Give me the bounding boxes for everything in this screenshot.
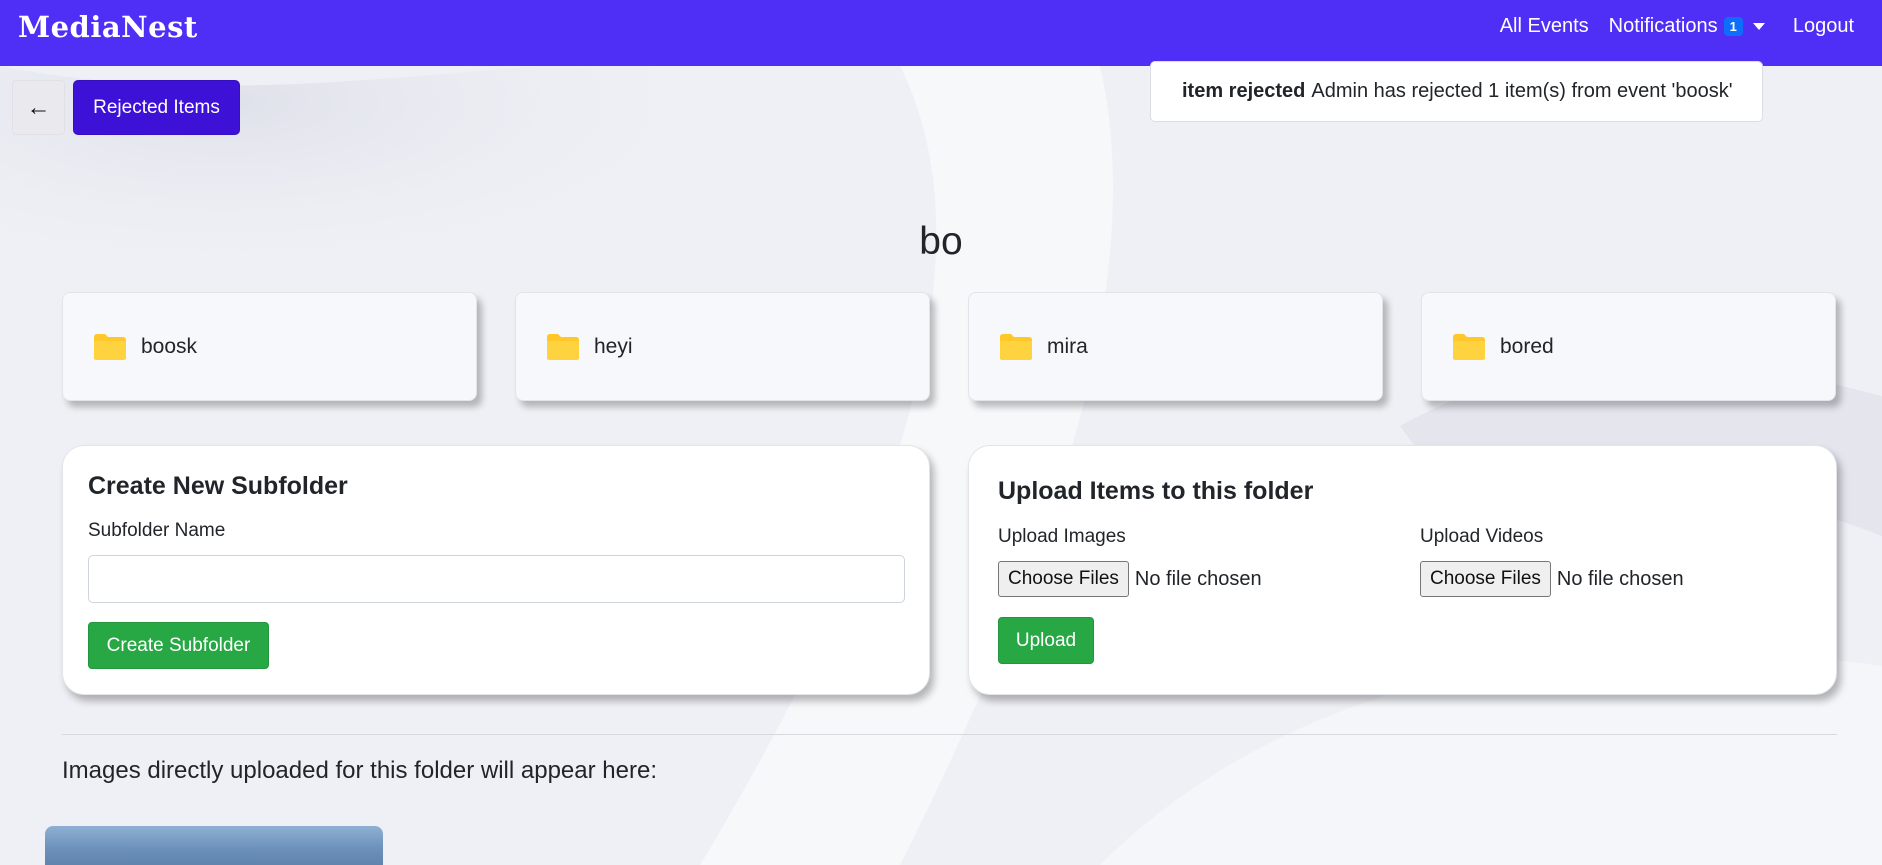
create-subfolder-title: Create New Subfolder <box>88 472 348 500</box>
folder-icon <box>546 333 580 361</box>
images-no-file-text: No file chosen <box>1134 567 1262 590</box>
nav-notifications-dropdown[interactable]: Notifications 1 <box>1609 15 1793 38</box>
upload-title: Upload Items to this folder <box>998 477 1314 505</box>
subfolder-card-heyi[interactable]: heyi <box>515 292 930 401</box>
subfolder-card-bored[interactable]: bored <box>1421 292 1836 401</box>
toast-title: item rejected <box>1182 80 1306 102</box>
upload-videos-file-input[interactable]: Choose Files No file chosen <box>1420 561 1684 597</box>
subfolder-name-input[interactable] <box>88 555 905 603</box>
brand-logo[interactable]: MediaNest <box>18 10 198 44</box>
toast-message: Admin has rejected 1 item(s) from event … <box>1311 80 1733 102</box>
subfolder-name: mira <box>1047 334 1088 358</box>
section-divider <box>62 734 1837 735</box>
notifications-count-badge: 1 <box>1723 16 1743 36</box>
subfolder-name: boosk <box>141 334 198 358</box>
subfolder-name: heyi <box>594 334 633 358</box>
folder-icon <box>93 333 127 361</box>
top-navbar: MediaNest All Events Notifications 1 Log… <box>0 0 1882 66</box>
chevron-down-icon <box>1752 22 1765 30</box>
uploaded-image-thumbnail[interactable] <box>45 826 383 865</box>
nav-links: All Events Notifications 1 Logout <box>1480 0 1854 52</box>
folder-icon <box>999 333 1033 361</box>
upload-images-label: Upload Images <box>998 526 1126 547</box>
subfolder-card-mira[interactable]: mira <box>968 292 1383 401</box>
rejected-items-button[interactable]: Rejected Items <box>73 80 240 135</box>
choose-images-button[interactable]: Choose Files <box>998 561 1129 597</box>
page-title: bo <box>919 220 963 263</box>
upload-button[interactable]: Upload <box>998 617 1094 664</box>
folder-icon <box>1452 333 1486 361</box>
upload-items-card: Upload Items to this folder Upload Image… <box>968 445 1837 695</box>
upload-images-file-input[interactable]: Choose Files No file chosen <box>998 561 1262 597</box>
subfolder-card-boosk[interactable]: boosk <box>62 292 477 401</box>
images-section-note: Images directly uploaded for this folder… <box>62 757 657 784</box>
create-subfolder-button[interactable]: Create Subfolder <box>88 622 269 669</box>
notification-toast: item rejected Admin has rejected 1 item(… <box>1150 61 1763 122</box>
upload-videos-label: Upload Videos <box>1420 526 1544 547</box>
nav-all-events-link[interactable]: All Events <box>1500 15 1589 38</box>
subfolder-name: bored <box>1500 334 1554 358</box>
videos-no-file-text: No file chosen <box>1556 567 1684 590</box>
choose-videos-button[interactable]: Choose Files <box>1420 561 1551 597</box>
create-subfolder-card: Create New Subfolder Subfolder Name Crea… <box>62 445 930 695</box>
notifications-label: Notifications <box>1608 14 1718 37</box>
nav-logout-link[interactable]: Logout <box>1793 15 1854 38</box>
back-button[interactable]: ← <box>12 80 65 135</box>
subfolder-name-label: Subfolder Name <box>88 520 226 541</box>
